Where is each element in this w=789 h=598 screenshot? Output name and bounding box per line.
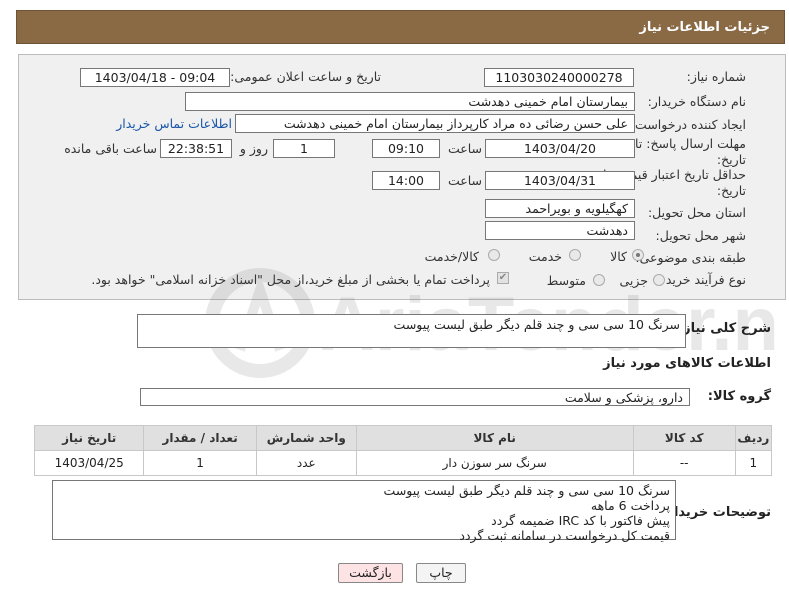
remaining-label: ساعت باقی مانده	[64, 141, 157, 156]
announce-field: 1403/04/18 - 09:04	[80, 68, 230, 87]
col-name: نام کالا	[355, 425, 634, 451]
back-button[interactable]: بازگشت	[338, 563, 403, 583]
days-field: 1	[273, 139, 335, 158]
page-title: جزئیات اطلاعات نیاز	[639, 20, 770, 35]
table-row[interactable]: 1 -- سرنگ سر سوزن دار عدد 1 1403/04/25	[33, 450, 773, 476]
reply-time-label: ساعت	[447, 141, 482, 156]
remaining-time-field: 22:38:51	[160, 139, 232, 158]
price-time-field: 14:00	[372, 171, 440, 190]
goods-group-field: دارو، پزشکی و سلامت	[140, 388, 690, 406]
category-radio-service[interactable]	[569, 249, 581, 261]
category-option-goods: کالا	[610, 249, 627, 264]
goods-section-title: اطلاعات کالاهای مورد نیاز	[603, 356, 771, 371]
process-radio-medium[interactable]	[593, 274, 605, 286]
process-radio-partial[interactable]	[653, 274, 665, 286]
category-option-goods-service: کالا/خدمت	[424, 249, 479, 264]
col-qty: تعداد / مقدار	[143, 425, 257, 451]
creator-label: ایجاد کننده درخواست:	[630, 117, 746, 132]
cell-name: سرنگ سر سوزن دار	[355, 450, 634, 476]
reply-time-field: 09:10	[372, 139, 440, 158]
category-label: طبقه بندی موضوعی:	[635, 250, 746, 265]
process-option-partial: جزیی	[619, 273, 648, 288]
col-row: ردیف	[734, 425, 773, 451]
need-number-label: شماره نیاز:	[686, 69, 746, 84]
summary-textarea[interactable]: سرنگ 10 سی سی و چند قلم دیگر طبق لیست پی…	[137, 314, 686, 348]
goods-table: ردیف کد کالا نام کالا واحد شمارش تعداد /…	[33, 425, 773, 476]
goods-table-header: ردیف کد کالا نام کالا واحد شمارش تعداد /…	[33, 425, 773, 451]
buyer-notes-textarea[interactable]: سرنگ 10 سی سی و چند قلم دیگر طبق لیست پی…	[52, 480, 676, 543]
process-option-medium: متوسط	[546, 273, 586, 288]
col-code: کد کالا	[632, 425, 736, 451]
category-radio-goods-service[interactable]	[488, 249, 500, 261]
buyer-notes-label: توضیحات خریدار:	[661, 505, 771, 520]
print-button[interactable]: چاپ	[416, 563, 466, 583]
province-field: کهگیلویه و بویراحمد	[485, 199, 635, 218]
cell-date: 1403/04/25	[33, 450, 145, 476]
creator-field: علی حسن رضائی ده مراد کارپرداز بیمارستان…	[235, 114, 635, 133]
city-label: شهر محل تحویل:	[655, 228, 746, 243]
cell-row: 1	[734, 450, 773, 476]
buyer-org-field: بیمارستان امام خمینی دهدشت	[185, 92, 635, 111]
col-date: تاریخ نیاز	[33, 425, 145, 451]
page-header: جزئیات اطلاعات نیاز	[16, 10, 785, 44]
reply-date-field: 1403/04/20	[485, 139, 635, 158]
price-time-label: ساعت	[447, 173, 482, 188]
cell-unit: عدد	[255, 450, 357, 476]
col-unit: واحد شمارش	[255, 425, 357, 451]
summary-label: شرح کلی نیاز:	[677, 321, 771, 336]
cell-code: --	[632, 450, 736, 476]
need-number-field: 1103030240000278	[484, 68, 634, 87]
buyer-org-label: نام دستگاه خریدار:	[647, 94, 746, 109]
payment-note: پرداخت تمام یا بخشی از مبلغ خرید،از محل …	[91, 272, 490, 287]
cell-qty: 1	[143, 450, 257, 476]
days-label: روز و	[239, 141, 268, 156]
process-label: نوع فرآیند خرید :	[657, 272, 746, 287]
payment-treasury-checkbox[interactable]: ✔	[497, 272, 509, 284]
price-date-field: 1403/04/31	[485, 171, 635, 190]
reply-deadline-label: مهلت ارسال پاسخ: تا تاریخ:	[635, 136, 746, 167]
announce-label: تاریخ و ساعت اعلان عمومی:	[230, 69, 381, 84]
city-field: دهدشت	[485, 221, 635, 240]
category-option-service: خدمت	[528, 249, 562, 264]
category-radio-goods[interactable]	[632, 249, 644, 261]
buyer-contact-link[interactable]: اطلاعات تماس خریدار	[116, 116, 232, 131]
goods-group-label: گروه کالا:	[707, 389, 771, 404]
province-label: استان محل تحویل:	[647, 205, 746, 220]
